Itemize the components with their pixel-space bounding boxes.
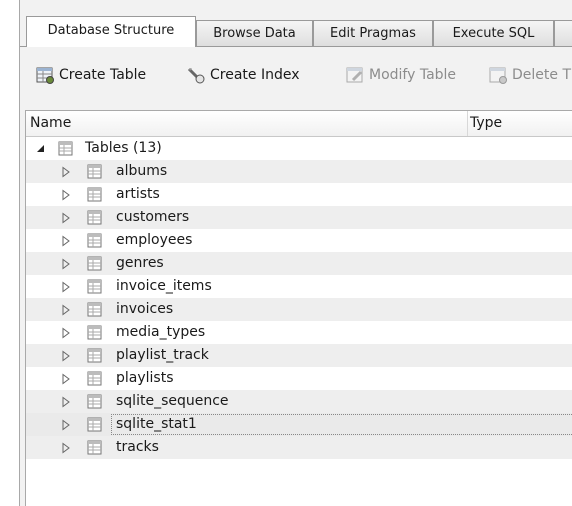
- table-name-label: invoice_items: [116, 278, 212, 294]
- tab-browse-data[interactable]: Browse Data: [196, 20, 313, 46]
- column-header-type[interactable]: Type: [470, 115, 502, 131]
- table-icon: [58, 141, 73, 156]
- table-name-label: genres: [116, 255, 164, 271]
- table-icon: [87, 302, 102, 317]
- triangle-right-icon[interactable]: [60, 350, 72, 362]
- delete-table-icon: [489, 67, 507, 84]
- table-name-label: playlist_track: [116, 347, 209, 363]
- table-icon: [87, 325, 102, 340]
- triangle-right-icon[interactable]: [60, 442, 72, 454]
- triangle-right-icon[interactable]: [60, 258, 72, 270]
- triangle-right-icon[interactable]: [60, 189, 72, 201]
- table-icon: [87, 164, 102, 179]
- tab-database-structure[interactable]: Database Structure: [26, 16, 196, 47]
- table-row[interactable]: playlist_track: [26, 344, 572, 367]
- tree-root-label: Tables (13): [85, 140, 162, 156]
- delete-table-button[interactable]: Delete T: [488, 64, 571, 86]
- triangle-down-icon[interactable]: [35, 143, 47, 155]
- tree-header: Name Type: [26, 111, 572, 137]
- tab-overflow[interactable]: [554, 20, 572, 46]
- table-row[interactable]: artists: [26, 183, 572, 206]
- tab-execute-sql[interactable]: Execute SQL: [433, 20, 554, 46]
- table-name-label: sqlite_stat1: [116, 416, 197, 432]
- table-row[interactable]: sqlite_sequence: [26, 390, 572, 413]
- modify-table-icon: [346, 67, 363, 83]
- db-browser-window: Database Structure Browse Data Edit Prag…: [19, 0, 572, 506]
- table-name-label: employees: [116, 232, 193, 248]
- triangle-right-icon[interactable]: [60, 235, 72, 247]
- column-separator[interactable]: [467, 111, 468, 136]
- table-row[interactable]: customers: [26, 206, 572, 229]
- table-name-label: customers: [116, 209, 190, 225]
- table-name-label: tracks: [116, 439, 159, 455]
- table-row[interactable]: media_types: [26, 321, 572, 344]
- create-index-button[interactable]: Create Index: [186, 64, 300, 86]
- table-name-label: invoices: [116, 301, 174, 317]
- modify-table-label: Modify Table: [369, 67, 457, 83]
- table-row[interactable]: tracks: [26, 436, 572, 459]
- tab-bar: Database Structure Browse Data Edit Prag…: [20, 16, 572, 47]
- triangle-right-icon[interactable]: [60, 281, 72, 293]
- triangle-right-icon[interactable]: [60, 166, 72, 178]
- table-row[interactable]: albums: [26, 160, 572, 183]
- triangle-right-icon[interactable]: [60, 419, 72, 431]
- table-name-label: sqlite_sequence: [116, 393, 229, 409]
- tab-edit-pragmas[interactable]: Edit Pragmas: [313, 20, 433, 46]
- table-name-label: playlists: [116, 370, 174, 386]
- table-icon: [87, 394, 102, 409]
- delete-table-label: Delete T: [512, 67, 572, 83]
- triangle-right-icon[interactable]: [60, 327, 72, 339]
- create-table-icon: [36, 67, 54, 84]
- table-row[interactable]: invoice_items: [26, 275, 572, 298]
- table-row[interactable]: playlists: [26, 367, 572, 390]
- table-row[interactable]: employees: [26, 229, 572, 252]
- create-index-label: Create Index: [210, 67, 300, 83]
- table-icon: [87, 440, 102, 455]
- table-icon: [87, 210, 102, 225]
- table-icon: [87, 256, 102, 271]
- table-icon: [87, 371, 102, 386]
- modify-table-button[interactable]: Modify Table: [345, 64, 456, 86]
- table-icon: [87, 279, 102, 294]
- column-header-name[interactable]: Name: [30, 115, 71, 131]
- toolbar: Create Table Create Index Modify Table D…: [20, 52, 572, 96]
- table-name-label: media_types: [116, 324, 206, 340]
- table-icon: [87, 233, 102, 248]
- create-table-button[interactable]: Create Table: [35, 64, 146, 86]
- triangle-right-icon[interactable]: [60, 212, 72, 224]
- table-row[interactable]: invoices: [26, 298, 572, 321]
- triangle-right-icon[interactable]: [60, 304, 72, 316]
- table-name-label: artists: [116, 186, 160, 202]
- create-table-label: Create Table: [59, 67, 147, 83]
- table-icon: [87, 348, 102, 363]
- table-icon: [87, 187, 102, 202]
- tree-root-tables[interactable]: Tables (13): [26, 137, 572, 160]
- table-row[interactable]: sqlite_stat1: [26, 413, 572, 436]
- create-index-icon: [187, 67, 205, 84]
- triangle-right-icon[interactable]: [60, 373, 72, 385]
- table-row[interactable]: genres: [26, 252, 572, 275]
- table-list: albums artists customers employees genres inv…: [26, 160, 572, 459]
- table-name-label: albums: [116, 163, 168, 179]
- table-icon: [87, 417, 102, 432]
- triangle-right-icon[interactable]: [60, 396, 72, 408]
- structure-tree[interactable]: Name Type Tables (13) albums artists custo…: [25, 110, 572, 506]
